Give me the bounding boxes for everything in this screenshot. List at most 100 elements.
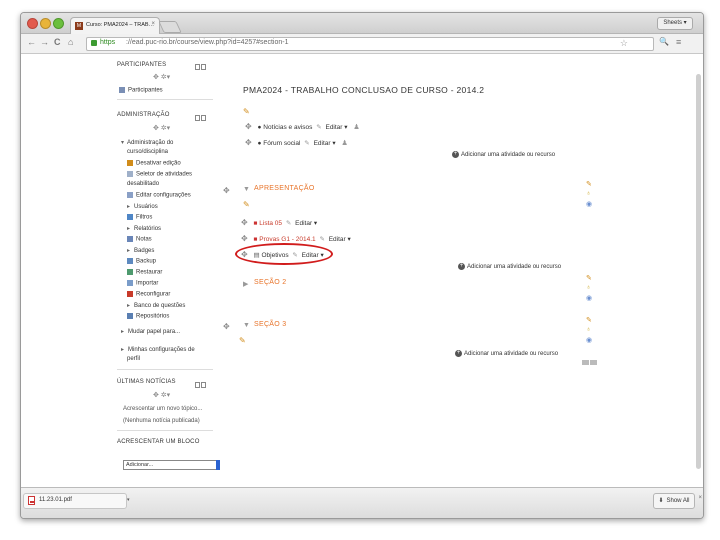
edit-menu[interactable]: Editar ▾	[329, 236, 351, 243]
sidebar-item-users[interactable]: ▸ Usuários	[127, 203, 158, 210]
move-icon[interactable]: ✥	[245, 122, 252, 131]
activity-link-social-forum[interactable]: Fórum social	[263, 140, 300, 147]
sidebar-item-import[interactable]: Importar	[127, 280, 158, 287]
highlight-bulb-icon[interactable]: ♁	[586, 326, 591, 333]
activity-link-provas[interactable]: Provas G1 - 2014.1	[259, 236, 315, 243]
sidebar-item-grades[interactable]: Notas	[127, 236, 152, 243]
add-activity-link[interactable]: + Adicionar uma atividade ou recurso	[452, 151, 555, 158]
edit-section-pencil-icon[interactable]: ✎	[586, 180, 592, 188]
sidebar-item-activity-chooser[interactable]: Seletor de atividades	[127, 171, 192, 178]
edit-section-pencil-icon[interactable]: ✎	[586, 274, 592, 282]
edit-menu[interactable]: Editar ▾	[295, 220, 317, 227]
moodle-favicon-icon: M	[75, 22, 83, 30]
minimize-window-button[interactable]	[40, 18, 51, 29]
visibility-eye-icon[interactable]: ◉	[586, 336, 592, 344]
profile-button[interactable]: Sheets ▾	[657, 17, 693, 30]
show-all-downloads-button[interactable]: ⬇ Show All	[653, 493, 695, 509]
sidebar-item-badges[interactable]: ▸ Badges	[127, 247, 154, 254]
activity-row-social-forum[interactable]: ✥ ● Fórum social ✎ Editar ▾ ♟	[245, 138, 348, 147]
menu-icon[interactable]: ≡	[676, 37, 681, 47]
user-role-icon[interactable]: ♟	[341, 140, 347, 147]
sidebar-item-repositories[interactable]: Repositórios	[127, 313, 169, 320]
block-dock-icons[interactable]	[195, 115, 209, 121]
sidebar-item-edit-settings[interactable]: Editar configurações	[127, 192, 191, 199]
new-tab-button[interactable]	[158, 21, 182, 33]
participants-link[interactable]: Participantes	[119, 87, 163, 94]
move-icon[interactable]: ✥	[241, 234, 248, 243]
block-dock-icons[interactable]	[195, 64, 209, 70]
activity-row-news[interactable]: ✥ ● Notícias e avisos ✎ Editar ▾ ♟	[245, 122, 360, 131]
section-collapse-icon[interactable]: ▼	[243, 186, 250, 193]
section-move-icon[interactable]: ✥	[223, 322, 230, 331]
section-title-apresentacao[interactable]: APRESENTAÇÃO	[254, 185, 315, 192]
sidebar-item-filters[interactable]: Filtros	[127, 214, 152, 221]
sidebar-item-reports[interactable]: ▸ Relatórios	[127, 225, 161, 232]
tab-close-icon[interactable]: ×	[151, 21, 155, 27]
tab-bar: M Curso: PMA2024 – TRAB… × Sheets ▾	[21, 13, 703, 34]
add-block-select[interactable]: Adicionar...	[123, 460, 220, 470]
highlight-bulb-icon[interactable]: ♁	[586, 284, 591, 291]
block-move-icon[interactable]: ✥ ✲▾	[153, 124, 170, 132]
activity-link-lista-05[interactable]: Lista 05	[259, 220, 282, 227]
sidebar-item-reset[interactable]: Reconfigurar	[127, 291, 170, 298]
download-arrow-icon: ⬇	[658, 498, 664, 504]
restore-icon	[127, 269, 133, 275]
forward-arrow-icon[interactable]: →	[40, 37, 49, 47]
sidebar-item-question-bank[interactable]: ▸ Banco de questões	[127, 302, 185, 309]
download-item[interactable]: 11.23.01.pdf	[23, 493, 127, 509]
edit-summary-pencil-icon[interactable]: ✎	[243, 107, 250, 116]
scrollbar-thumb[interactable]	[696, 74, 701, 469]
activity-row-lista-05[interactable]: ✥ ■ Lista 05 ✎ Editar ▾	[241, 218, 317, 227]
edit-menu[interactable]: Editar ▾	[314, 140, 336, 147]
visibility-eye-icon[interactable]: ◉	[586, 200, 592, 208]
visibility-eye-icon[interactable]: ◉	[586, 294, 592, 302]
download-shelf: 11.23.01.pdf ▾ ⬇ Show All ×	[21, 487, 703, 518]
add-news-topic-link[interactable]: Acrescentar um novo tópico...	[123, 406, 202, 412]
edit-title-pencil-icon[interactable]: ✎	[316, 124, 321, 131]
edit-section-pencil-icon[interactable]: ✎	[243, 200, 250, 209]
edit-title-pencil-icon[interactable]: ✎	[304, 140, 309, 147]
move-icon[interactable]: ✥	[241, 218, 248, 227]
edit-menu[interactable]: Editar ▾	[325, 124, 347, 131]
section-title-secao-2[interactable]: SEÇÃO 2	[254, 279, 286, 286]
maximize-window-button[interactable]	[53, 18, 64, 29]
close-window-button[interactable]	[27, 18, 38, 29]
section-collapse-icon[interactable]: ▼	[243, 322, 250, 329]
block-dock-icons[interactable]	[195, 382, 209, 388]
reload-icon[interactable]: C	[54, 37, 61, 47]
add-activity-link[interactable]: + Adicionar uma atividade ou recurso	[455, 350, 558, 357]
edit-title-pencil-icon[interactable]: ✎	[286, 220, 291, 227]
edit-section-pencil-icon[interactable]: ✎	[239, 336, 246, 345]
home-icon[interactable]: ⌂	[68, 37, 73, 47]
section-controls-icon[interactable]	[582, 360, 600, 367]
section-title-secao-3[interactable]: SEÇÃO 3	[254, 321, 286, 328]
plus-circle-icon: +	[458, 263, 465, 270]
download-menu-caret-icon[interactable]: ▾	[127, 497, 130, 503]
participants-block-title: PARTICIPANTES	[117, 62, 167, 68]
edit-title-pencil-icon[interactable]: ✎	[319, 236, 324, 243]
zoom-icon[interactable]: 🔍	[659, 37, 669, 46]
bookmark-star-icon[interactable]: ☆	[620, 38, 628, 49]
sidebar-item-switch-role[interactable]: ▸ Mudar papel para...	[121, 328, 180, 335]
sidebar-item-my-profile-settings[interactable]: ▸ Minhas configurações de	[121, 346, 195, 353]
section-move-icon[interactable]: ✥	[223, 186, 230, 195]
edit-section-pencil-icon[interactable]: ✎	[586, 316, 592, 324]
sidebar-item-restore[interactable]: Restaurar	[127, 269, 162, 276]
back-arrow-icon[interactable]: ←	[27, 37, 36, 47]
move-icon[interactable]: ✥	[245, 138, 252, 147]
activity-link-news[interactable]: Notícias e avisos	[263, 124, 312, 131]
user-role-icon[interactable]: ♟	[353, 124, 359, 131]
block-move-icon[interactable]: ✥ ✲▾	[153, 73, 170, 81]
address-bar[interactable]: https ://ead.puc-rio.br/course/view.php?…	[86, 37, 654, 51]
activity-row-provas[interactable]: ✥ ■ Provas G1 - 2014.1 ✎ Editar ▾	[241, 234, 351, 243]
sidebar-item-backup[interactable]: Backup	[127, 258, 156, 265]
section-expand-icon[interactable]: ▶	[243, 280, 248, 288]
add-activity-link[interactable]: + Adicionar uma atividade ou recurso	[458, 263, 561, 270]
block-move-icon[interactable]: ✥ ✲▾	[153, 391, 170, 399]
sidebar-item-disable-editing[interactable]: Desativar edição	[127, 160, 181, 167]
browser-tab[interactable]: M Curso: PMA2024 – TRAB… ×	[70, 17, 160, 34]
pencil-icon	[127, 160, 133, 166]
sidebar-item-course-admin[interactable]: ▾ Administração do	[121, 139, 173, 146]
highlight-bulb-icon[interactable]: ♁	[586, 190, 591, 197]
close-download-shelf-icon[interactable]: ×	[698, 495, 702, 501]
